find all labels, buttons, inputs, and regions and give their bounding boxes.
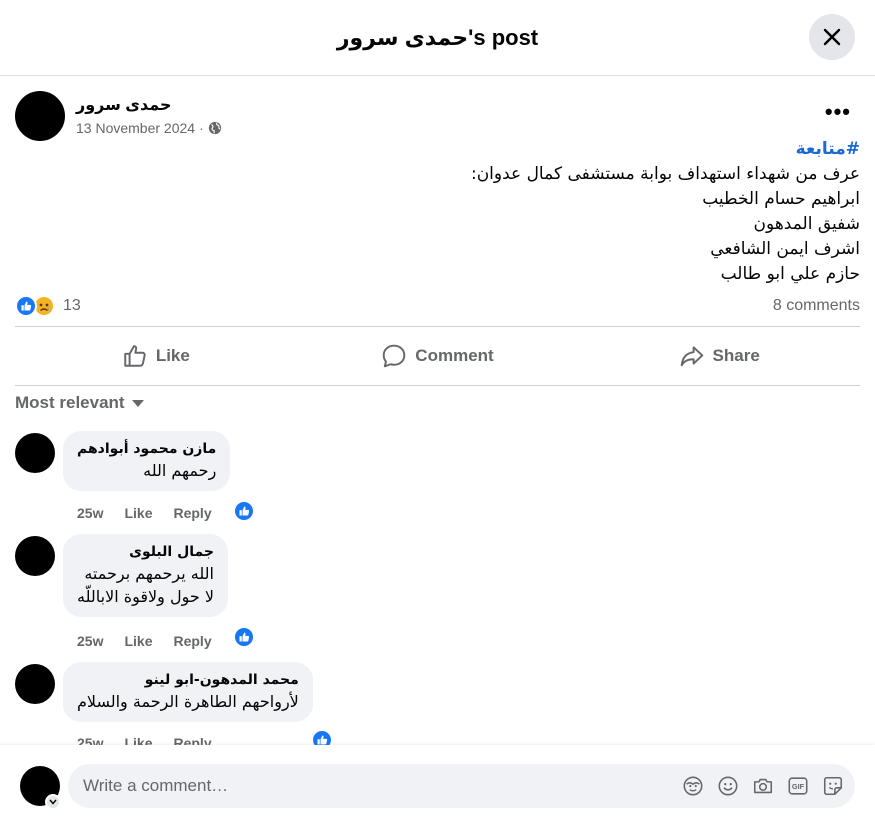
close-button[interactable] — [809, 14, 855, 60]
comments-count-link[interactable]: 8 comments — [773, 297, 860, 315]
comment-text: لأرواحهم الطاهرة الرحمة والسلام — [77, 692, 299, 711]
like-button[interactable]: Like — [15, 329, 297, 383]
dialog-header: حمدى سرور's post — [0, 0, 875, 76]
comment-bubble: مازن محمود أبوادهم رحمهم الله — [63, 431, 231, 491]
reaction-icons[interactable] — [15, 295, 55, 317]
post-date[interactable]: 13 November 2024 — [76, 120, 195, 136]
meta-separator: · — [199, 120, 204, 136]
comment-age[interactable]: 25w — [77, 633, 103, 649]
post-line: حازم علي ابو طالب — [720, 264, 860, 284]
author-info: حمدى سرور 13 November 2024 · — [76, 96, 222, 136]
composer-tools: GIF — [670, 774, 845, 798]
comment-input[interactable] — [83, 776, 643, 796]
thumbs-up-icon — [124, 345, 146, 367]
svg-text:GIF: GIF — [792, 782, 805, 791]
emoji-icon[interactable] — [716, 774, 740, 798]
share-button[interactable]: Share — [578, 329, 860, 383]
post-meta: 13 November 2024 · — [76, 120, 222, 136]
like-label: Like — [155, 346, 190, 365]
comment-text: الله يرحمهم برحمته — [84, 564, 214, 583]
comment-like-reaction-icon[interactable] — [233, 626, 255, 648]
caret-down-icon — [131, 400, 144, 407]
post-line: اشرف ايمن الشافعي — [710, 239, 860, 259]
post-scroll-area[interactable]: حمدى سرور 13 November 2024 · ••• #متابعة… — [0, 77, 875, 745]
close-icon — [823, 28, 841, 46]
comment-like-button[interactable]: Like — [124, 505, 152, 521]
post-actions-bar: Like Comment Share — [15, 329, 860, 383]
camera-icon[interactable] — [751, 774, 775, 798]
comment-reply-button[interactable]: Reply — [173, 505, 211, 521]
post-body: #متابعة عرف من شهداء استهداف بوابة مستشف… — [471, 137, 860, 287]
comment-button[interactable]: Comment — [297, 329, 579, 383]
comment-input-box: GIF — [68, 764, 855, 808]
author-name[interactable]: حمدى سرور — [76, 96, 222, 116]
comment-like-reaction-icon[interactable] — [233, 500, 255, 522]
author-avatar[interactable] — [15, 91, 65, 141]
comment-meta: 25w Like Reply — [77, 735, 233, 745]
post-line: شفيق المدهون — [753, 214, 860, 234]
sticker-icon[interactable] — [821, 774, 845, 798]
commenter-avatar[interactable] — [15, 536, 55, 576]
post-hashtag[interactable]: #متابعة — [471, 137, 860, 162]
comment-text: لا حول ولاقوة الاباللّه — [77, 587, 214, 606]
share-label: Share — [712, 346, 760, 365]
commenter-name[interactable]: محمد المدهون-ابو لينو — [77, 670, 299, 690]
share-icon — [680, 346, 703, 367]
comment-composer: GIF — [0, 745, 875, 832]
comment-bubble: جمال البلوى الله يرحمهم برحمته لا حول ول… — [63, 534, 228, 617]
comment-bubble: محمد المدهون-ابو لينو لأرواحهم الطاهرة ا… — [63, 662, 313, 722]
comment-age[interactable]: 25w — [77, 505, 103, 521]
commenter-avatar[interactable] — [15, 664, 55, 704]
commenter-name[interactable]: جمال البلوى — [77, 542, 214, 562]
chevron-down-icon[interactable] — [45, 794, 61, 810]
reactions-summary: 13 8 comments — [15, 293, 860, 319]
commenter-avatar[interactable] — [15, 433, 55, 473]
post-author-row: حمدى سرور 13 November 2024 · — [15, 91, 222, 141]
commenter-name[interactable]: مازن محمود أبوادهم — [77, 439, 216, 459]
comment-like-button[interactable]: Like — [124, 633, 152, 649]
divider — [15, 326, 860, 327]
comment-meta: 25w Like Reply — [77, 505, 233, 521]
comment-item: مازن محمود أبوادهم رحمهم الله 25w Like R… — [15, 431, 860, 526]
comment-like-reaction-icon[interactable] — [311, 729, 333, 745]
avatar-sticker-icon[interactable] — [681, 774, 705, 798]
comment-item: محمد المدهون-ابو لينو لأرواحهم الطاهرة ا… — [15, 662, 860, 745]
comment-reply-button[interactable]: Reply — [173, 633, 211, 649]
comment-sort-dropdown[interactable]: Most relevant — [15, 393, 145, 413]
more-options-button[interactable]: ••• — [825, 99, 851, 125]
comment-item: جمال البلوى الله يرحمهم برحمته لا حول ول… — [15, 534, 860, 654]
post-line: عرف من شهداء استهداف بوابة مستشفى كمال ع… — [470, 164, 860, 184]
comment-reply-button[interactable]: Reply — [173, 735, 211, 745]
comment-text: رحمهم الله — [143, 461, 217, 480]
post-dialog: حمدى سرور's post حمدى سرور 13 November 2… — [0, 0, 875, 832]
gif-icon[interactable]: GIF — [786, 774, 810, 798]
comment-age[interactable]: 25w — [77, 735, 103, 745]
sort-label: Most relevant — [15, 393, 125, 412]
reaction-count[interactable]: 13 — [63, 297, 81, 315]
comment-like-button[interactable]: Like — [124, 735, 152, 745]
dialog-title: حمدى سرور's post — [336, 24, 539, 50]
comment-meta: 25w Like Reply — [77, 633, 233, 649]
comment-label: Comment — [415, 346, 494, 365]
like-reaction-icon — [15, 295, 37, 317]
globe-icon[interactable] — [208, 121, 222, 135]
comment-icon — [383, 344, 406, 368]
divider — [15, 385, 860, 386]
post-line: ابراهيم حسام الخطيب — [702, 189, 860, 209]
